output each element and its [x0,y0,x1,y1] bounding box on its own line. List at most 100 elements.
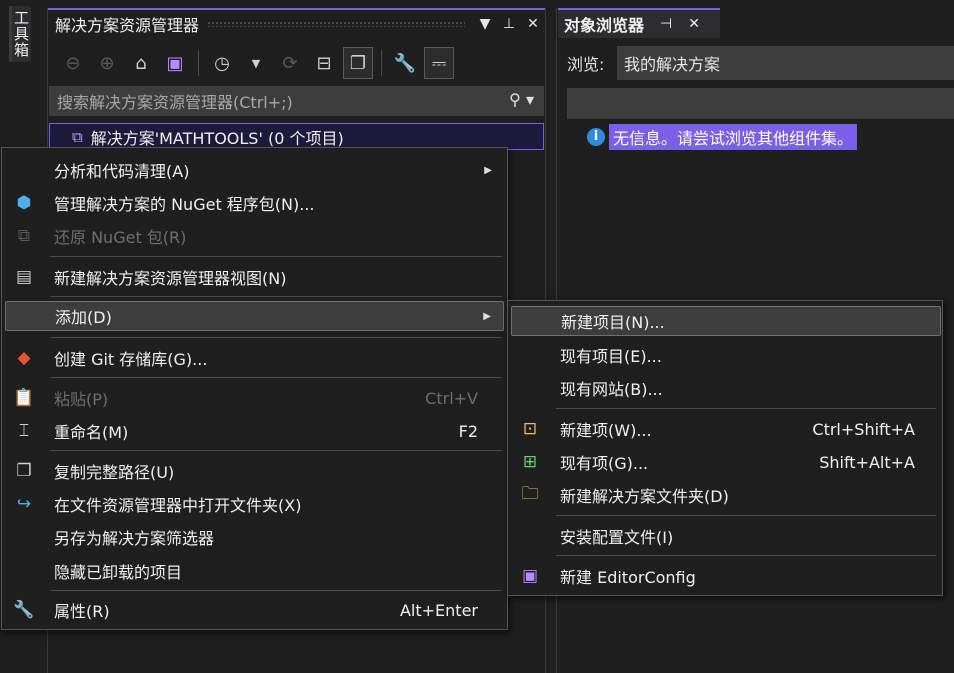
info-text: 无信息。请尝试浏览其他组件集。 [609,124,858,150]
menu-item-label: 现有项目(E)... [560,347,662,366]
close-icon[interactable]: ✕ [521,16,545,32]
menu-item-label: 隐藏已卸载的项目 [54,563,183,582]
object-browser-tab[interactable]: 对象浏览器 ⊣ ✕ [558,8,720,38]
menu-separator [50,590,502,591]
menu-item-open-in-explorer[interactable]: ↪ 在文件资源管理器中打开文件夹(X) [5,489,504,519]
nuget-icon: ⬢ [16,193,32,213]
menu-item-shortcut: Ctrl+V [425,388,478,408]
browse-label: 浏览: [567,55,605,74]
menu-item-label: 管理解决方案的 NuGet 程序包(N)... [54,195,315,214]
restore-packages-icon: ⧉ [17,226,31,246]
menu-item-shortcut: Shift+Alt+A [819,452,915,472]
paste-icon: 📋 [13,388,35,408]
solution-context-menu: 分析和代码清理(A) ▶ ⬢ 管理解决方案的 NuGet 程序包(N)... ⧉… [1,147,508,630]
submenu-item-new-project[interactable]: 新建项目(N)... [511,306,941,336]
pin-icon[interactable]: ⊥ [497,16,521,32]
pending-changes-filter-icon[interactable]: ◷ [207,47,237,79]
submenu-item-install-profile[interactable]: 安装配置文件(I) [511,521,941,551]
toolbox-tab[interactable]: 工具箱 [9,6,31,62]
editorconfig-icon: ▣ [521,566,539,586]
chevron-down-icon[interactable]: ▼ [241,47,271,79]
solution-explorer-title-bar: 解决方案资源管理器 ▼ ⊥ ✕ [48,8,545,38]
browse-scope-select[interactable]: 我的解决方案 [617,46,954,80]
menu-item-properties[interactable]: 🔧 属性(R) Alt+Enter [5,595,504,625]
menu-separator [556,515,936,516]
solution-explorer-toolbar: ⊖ ⊕ ⌂ ▣ ◷ ▼ ⟳ ⊟ ❐ 🔧 ⎓ [48,42,545,84]
title-grip[interactable] [207,21,465,27]
preview-selected-icon[interactable]: ⎓ [424,47,454,79]
toolbar-separator [198,50,199,76]
menu-item-label: 分析和代码清理(A) [54,162,190,181]
menu-item-shortcut: F2 [458,421,478,441]
menu-item-shortcut: Ctrl+Shift+A [812,419,915,439]
menu-item-copy-full-path[interactable]: ❐ 复制完整路径(U) [5,456,504,486]
close-icon[interactable]: ✕ [688,16,700,32]
menu-item-label: 新建解决方案文件夹(D) [560,487,729,506]
menu-item-label: 重命名(M) [54,423,129,442]
search-placeholder: 搜索解决方案资源管理器(Ctrl+;) [57,93,293,112]
menu-item-rename[interactable]: ⌶ 重命名(M) F2 [5,416,504,446]
menu-item-label: 添加(D) [55,308,112,327]
submenu-item-existing-website[interactable]: 现有网站(B)... [511,373,941,403]
browse-row: 浏览: 我的解决方案 [557,46,954,80]
menu-item-analyze[interactable]: 分析和代码清理(A) ▶ [5,155,504,185]
new-folder-icon: 🗀 [521,483,539,504]
home-icon[interactable]: ⌂ [126,47,156,79]
menu-item-new-view[interactable]: ▤ 新建解决方案资源管理器视图(N) [5,262,504,292]
menu-separator [50,337,502,338]
menu-item-hide-unloaded[interactable]: 隐藏已卸载的项目 [5,556,504,586]
properties-wrench-icon[interactable]: 🔧 [390,47,420,79]
menu-item-manage-nuget[interactable]: ⬢ 管理解决方案的 NuGet 程序包(N)... [5,188,504,218]
toolbar-separator [381,50,382,76]
menu-item-label: 粘贴(P) [54,390,109,409]
submenu-item-new-solution-folder[interactable]: 🗀 新建解决方案文件夹(D) [511,480,941,510]
submenu-item-new-editorconfig[interactable]: ▣ 新建 EditorConfig [511,561,941,591]
switch-views-icon[interactable]: ▣ [160,47,190,79]
menu-item-label: 新建项目(N)... [561,313,665,332]
menu-item-label: 现有项(G)... [560,454,649,473]
solution-explorer-search-input[interactable]: 搜索解决方案资源管理器(Ctrl+;) ⚲ ▾ [49,86,544,116]
solution-node[interactable]: ⧉ 解决方案'MATHTOOLS' (0 个项目) [49,123,544,150]
object-browser-search-input[interactable] [567,88,954,119]
submenu-item-existing-item[interactable]: ⊞ 现有项(G)... Shift+Alt+A [511,447,941,477]
solution-icon: ⧉ [72,127,83,146]
menu-item-label: 创建 Git 存储库(G)... [54,350,208,369]
submenu-item-new-item[interactable]: ⊡ 新建项(W)... Ctrl+Shift+A [511,414,941,444]
submenu-item-existing-project[interactable]: 现有项目(E)... [511,340,941,370]
search-icon[interactable]: ⚲ ▾ [509,90,534,109]
menu-item-label: 在文件资源管理器中打开文件夹(X) [54,496,302,515]
browse-scope-value: 我的解决方案 [624,55,721,74]
menu-item-save-as-filter[interactable]: 另存为解决方案筛选器 [5,522,504,552]
dropdown-arrow-icon[interactable]: ▼ [473,16,497,32]
pin-icon[interactable]: ⊣ [660,16,672,32]
show-all-files-icon[interactable]: ❐ [343,47,373,79]
menu-separator [50,450,502,451]
menu-item-label: 还原 NuGet 包(R) [54,228,187,247]
rename-icon: ⌶ [18,421,30,441]
solution-node-label: 解决方案'MATHTOOLS' (0 个项目) [90,128,344,148]
menu-separator [556,555,936,556]
open-folder-arrow-icon: ↪ [16,494,32,514]
sync-icon[interactable]: ⟳ [275,47,305,79]
submenu-arrow-icon: ▶ [484,164,492,176]
new-item-icon: ⊡ [522,419,538,439]
menu-separator [50,256,502,257]
menu-item-label: 复制完整路径(U) [54,463,175,482]
collapse-all-icon[interactable]: ⊟ [309,47,339,79]
menu-item-add[interactable]: 添加(D) ▶ [5,301,504,331]
menu-item-label: 新建项(W)... [560,421,652,440]
menu-item-label: 新建解决方案资源管理器视图(N) [54,269,287,288]
forward-icon[interactable]: ⊕ [92,47,122,79]
info-message: i 无信息。请尝试浏览其他组件集。 [587,124,858,150]
existing-item-icon: ⊞ [522,452,538,472]
menu-item-restore-nuget[interactable]: ⧉ 还原 NuGet 包(R) [5,221,504,251]
toolbox-tab-label: 工具箱 [12,10,30,58]
menu-item-label: 属性(R) [54,602,110,621]
new-view-icon: ▤ [15,267,33,287]
wrench-icon: 🔧 [13,600,35,620]
menu-item-create-git-repo[interactable]: ◆ 创建 Git 存储库(G)... [5,343,504,373]
menu-item-paste[interactable]: 📋 粘贴(P) Ctrl+V [5,383,504,413]
menu-item-label: 安装配置文件(I) [560,528,674,547]
menu-separator [50,296,502,297]
back-icon[interactable]: ⊖ [58,47,88,79]
